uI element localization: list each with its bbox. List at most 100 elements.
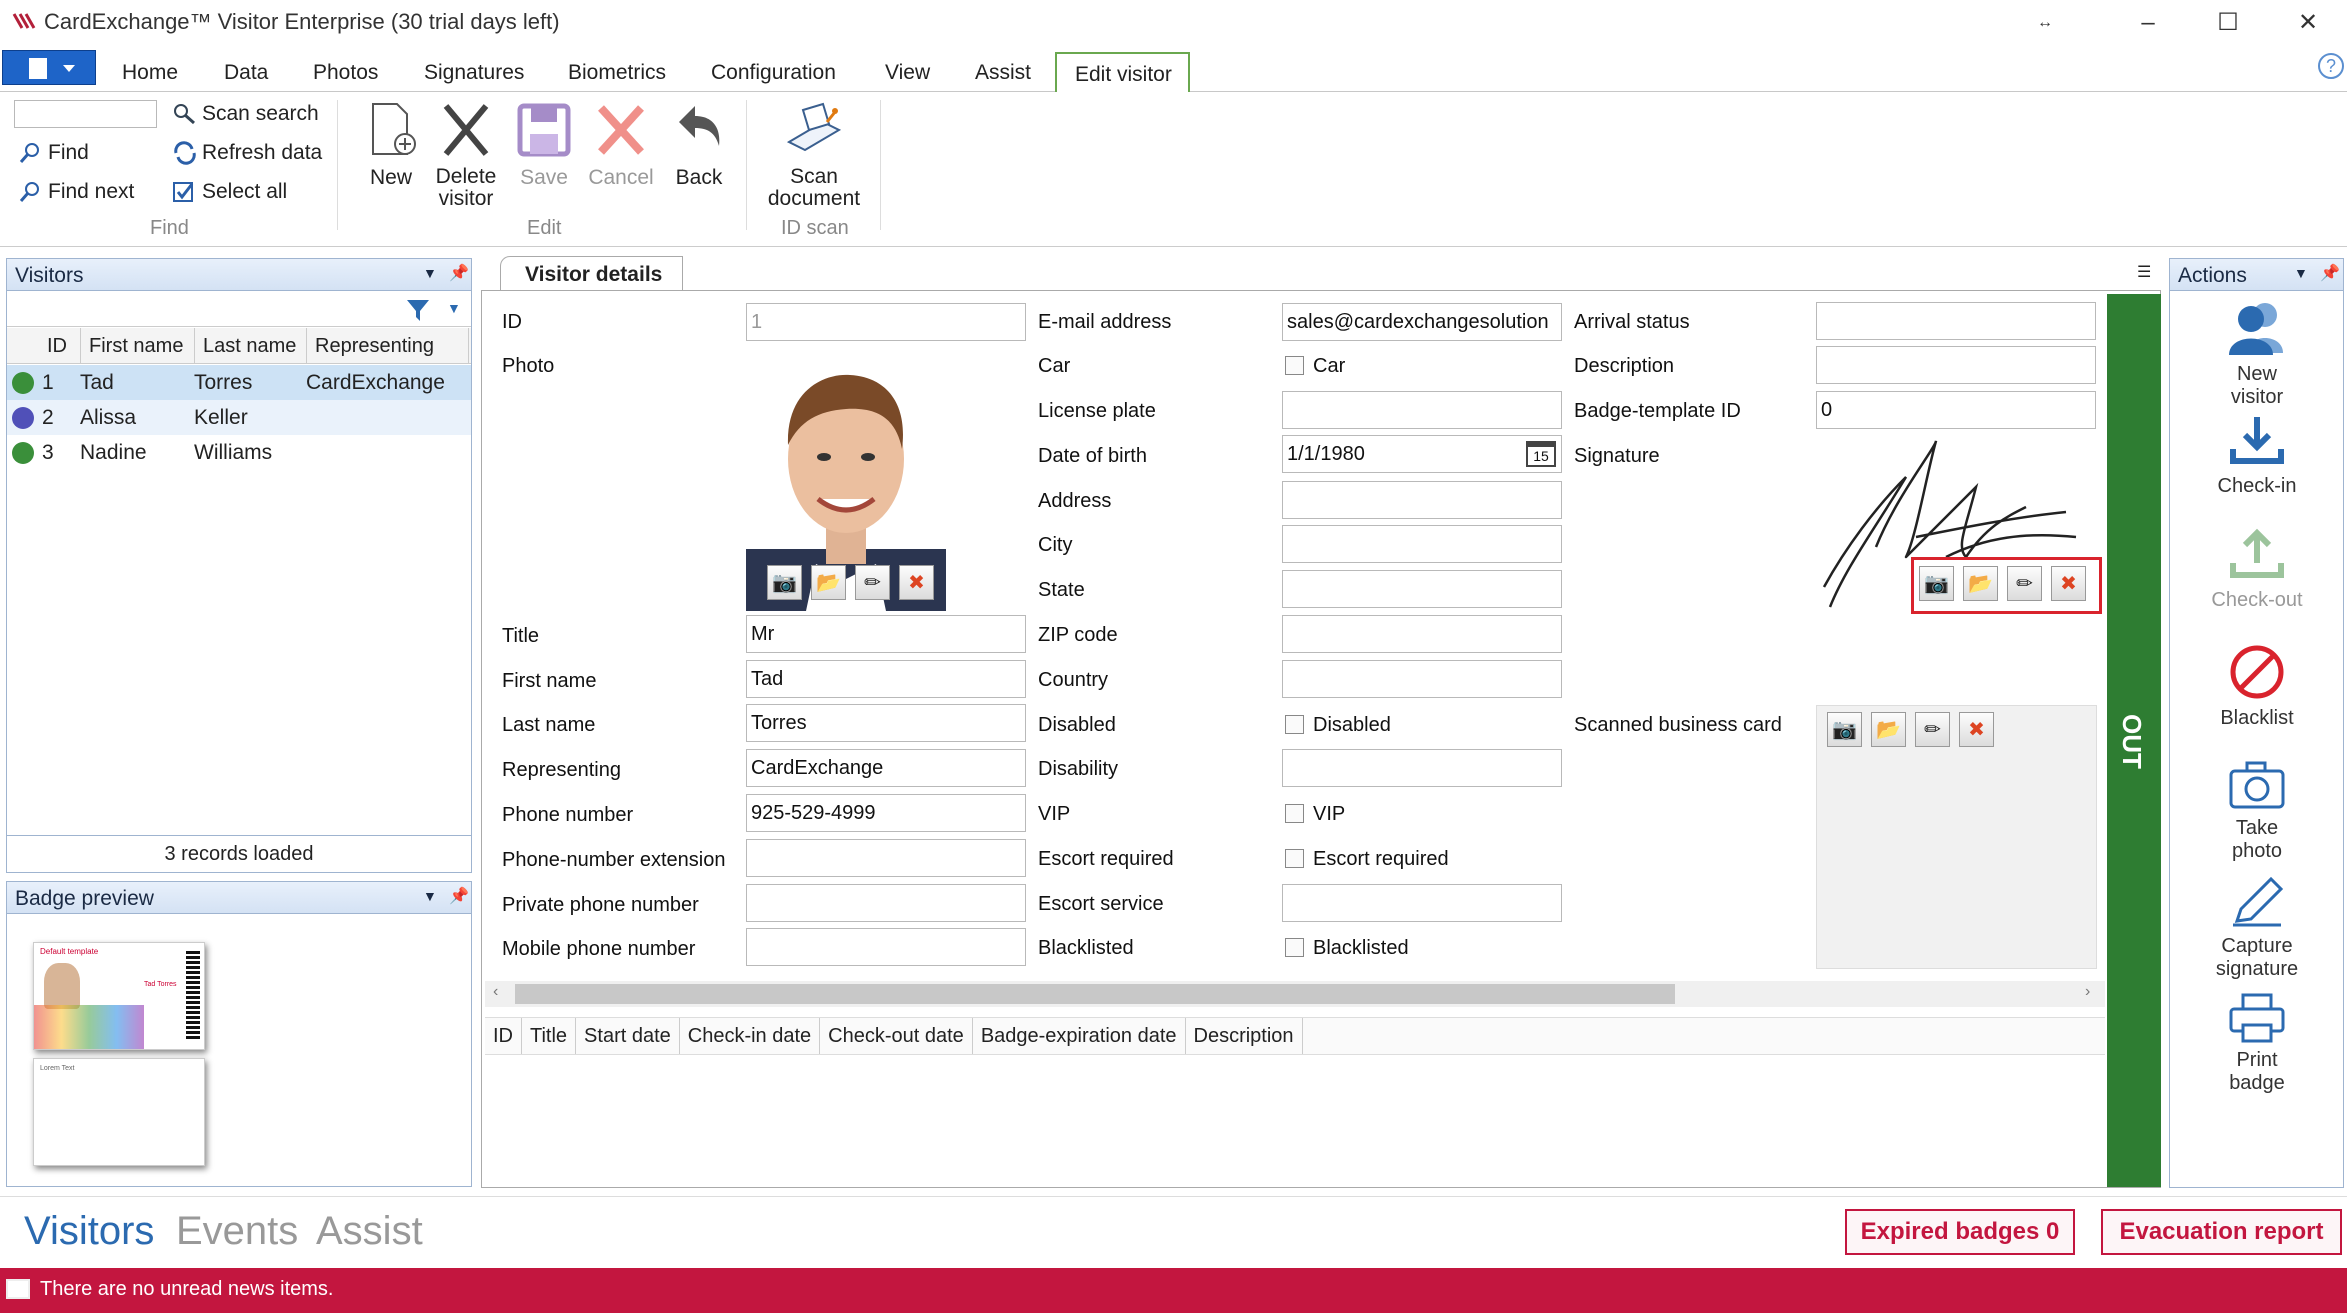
license-plate-field[interactable] bbox=[1282, 391, 1562, 429]
news-bar[interactable]: There are no unread news items. bbox=[0, 1268, 2347, 1313]
filter-icon[interactable] bbox=[405, 297, 431, 323]
visitors-filter-row[interactable]: ▼ bbox=[7, 293, 471, 327]
card-load-icon[interactable]: 📂 bbox=[1871, 712, 1906, 747]
pin-icon[interactable]: 📌 bbox=[449, 263, 469, 283]
pane-menu-icon[interactable]: ▼ bbox=[2294, 265, 2308, 281]
details-scrollbar[interactable]: ‹ › bbox=[485, 981, 2105, 1007]
table-row[interactable]: 2 Alissa Keller bbox=[7, 400, 471, 435]
tab-edit-visitor[interactable]: Edit visitor bbox=[1055, 52, 1190, 93]
col-first-name[interactable]: First name bbox=[81, 328, 195, 364]
hist-col-expiration[interactable]: Badge-expiration date bbox=[973, 1018, 1186, 1054]
tab-home[interactable]: Home bbox=[122, 61, 178, 85]
table-row[interactable]: 3 Nadine Williams bbox=[7, 435, 471, 470]
card-edit-icon[interactable]: ✏ bbox=[1915, 712, 1950, 747]
pin-icon[interactable]: 📌 bbox=[449, 886, 469, 906]
private-phone-field[interactable] bbox=[746, 884, 1026, 922]
scan-search-button[interactable]: Scan search bbox=[172, 102, 319, 126]
col-representing[interactable]: Representing bbox=[307, 328, 469, 364]
hist-col-start[interactable]: Start date bbox=[576, 1018, 680, 1054]
disabled-checkbox[interactable] bbox=[1285, 715, 1304, 734]
new-visitor-action[interactable]: New visitor bbox=[2202, 299, 2312, 409]
col-id[interactable]: ID bbox=[43, 328, 81, 364]
tab-signatures[interactable]: Signatures bbox=[424, 61, 524, 85]
hist-col-checkout[interactable]: Check-out date bbox=[820, 1018, 973, 1054]
last-name-field[interactable]: Torres bbox=[746, 704, 1026, 742]
blacklisted-checkbox[interactable] bbox=[1285, 938, 1304, 957]
disability-field[interactable] bbox=[1282, 749, 1562, 787]
scroll-right-icon[interactable]: › bbox=[2085, 983, 2090, 1001]
hist-col-title[interactable]: Title bbox=[522, 1018, 577, 1054]
address-field[interactable] bbox=[1282, 481, 1562, 519]
badge-template-field[interactable]: 0 bbox=[1816, 391, 2096, 429]
nav-events[interactable]: Events bbox=[176, 1209, 298, 1254]
pane-menu-icon[interactable]: ▼ bbox=[423, 888, 437, 904]
pane-menu-icon[interactable]: ▼ bbox=[423, 265, 437, 281]
email-field[interactable]: sales@cardexchangesolution bbox=[1282, 303, 1562, 341]
photo-load-icon[interactable]: 📂 bbox=[811, 565, 846, 600]
hist-col-id[interactable]: ID bbox=[485, 1018, 522, 1054]
col-last-name[interactable]: Last name bbox=[195, 328, 307, 364]
tab-data[interactable]: Data bbox=[224, 61, 268, 85]
photo-delete-icon[interactable]: ✖ bbox=[899, 565, 934, 600]
refresh-data-button[interactable]: Refresh data bbox=[172, 141, 322, 165]
visitor-details-tab[interactable]: Visitor details bbox=[500, 256, 683, 291]
help-icon[interactable]: ? bbox=[2318, 53, 2344, 79]
checkout-action[interactable]: Check-out bbox=[2202, 527, 2312, 612]
signature-edit-icon[interactable]: ✏ bbox=[2007, 566, 2042, 601]
nav-assist[interactable]: Assist bbox=[316, 1209, 423, 1254]
save-button[interactable]: Save bbox=[513, 100, 575, 190]
close-button[interactable]: ✕ bbox=[2268, 0, 2347, 45]
title-field[interactable]: Mr bbox=[746, 615, 1026, 653]
nav-visitors[interactable]: Visitors bbox=[24, 1209, 154, 1254]
print-badge-action[interactable]: Print badge bbox=[2202, 993, 2312, 1095]
maximize-button[interactable]: ☐ bbox=[2188, 0, 2268, 45]
pin-icon[interactable]: 📌 bbox=[2320, 263, 2340, 283]
minimize-button[interactable]: – bbox=[2108, 0, 2188, 45]
hist-col-description[interactable]: Description bbox=[1186, 1018, 1303, 1054]
mobile-phone-field[interactable] bbox=[746, 928, 1026, 966]
arrival-status-field[interactable] bbox=[1816, 302, 2096, 340]
scan-document-button[interactable]: Scan document bbox=[762, 100, 866, 210]
find-button[interactable]: Find bbox=[18, 141, 89, 165]
phone-field[interactable]: 925-529-4999 bbox=[746, 794, 1026, 832]
representing-field[interactable]: CardExchange bbox=[746, 749, 1026, 787]
badge-front[interactable]: Default template Tad Torres bbox=[33, 942, 205, 1050]
details-menu-icon[interactable]: ☰ bbox=[2137, 262, 2151, 282]
new-button[interactable]: New bbox=[360, 100, 422, 190]
country-field[interactable] bbox=[1282, 660, 1562, 698]
escort-service-field[interactable] bbox=[1282, 884, 1562, 922]
card-delete-icon[interactable]: ✖ bbox=[1959, 712, 1994, 747]
tab-view[interactable]: View bbox=[885, 61, 930, 85]
find-next-button[interactable]: Find next bbox=[18, 180, 134, 204]
description-field[interactable] bbox=[1816, 346, 2096, 384]
badge-back[interactable]: Lorem Text bbox=[33, 1058, 205, 1166]
photo-edit-icon[interactable]: ✏ bbox=[855, 565, 890, 600]
business-card-area[interactable]: 📷 📂 ✏ ✖ bbox=[1816, 705, 2097, 969]
phone-ext-field[interactable] bbox=[746, 839, 1026, 877]
first-name-field[interactable]: Tad bbox=[746, 660, 1026, 698]
table-row[interactable]: 1 Tad Torres CardExchange bbox=[7, 365, 471, 400]
vip-checkbox[interactable] bbox=[1285, 804, 1304, 823]
hist-col-checkin[interactable]: Check-in date bbox=[680, 1018, 821, 1054]
restore-arrows-icon[interactable]: ↔ bbox=[2005, 0, 2085, 45]
scroll-left-icon[interactable]: ‹ bbox=[493, 983, 498, 1001]
dob-field[interactable]: 1/1/1980 15 bbox=[1282, 435, 1562, 473]
checkin-action[interactable]: Check-in bbox=[2202, 413, 2312, 498]
escort-required-checkbox[interactable] bbox=[1285, 849, 1304, 868]
tab-photos[interactable]: Photos bbox=[313, 61, 378, 85]
signature-delete-icon[interactable]: ✖ bbox=[2051, 566, 2086, 601]
signature-camera-icon[interactable]: 📷 bbox=[1919, 566, 1954, 601]
delete-visitor-button[interactable]: Delete visitor bbox=[428, 100, 504, 210]
cancel-button[interactable]: Cancel bbox=[588, 100, 654, 190]
capture-signature-action[interactable]: Capture signature bbox=[2202, 875, 2312, 981]
take-photo-action[interactable]: Take photo bbox=[2202, 759, 2312, 863]
out-status-bar[interactable]: OUT bbox=[2107, 294, 2161, 1187]
car-checkbox[interactable] bbox=[1285, 356, 1304, 375]
city-field[interactable] bbox=[1282, 525, 1562, 563]
state-field[interactable] bbox=[1282, 570, 1562, 608]
tab-assist[interactable]: Assist bbox=[975, 61, 1031, 85]
select-all-button[interactable]: Select all bbox=[172, 180, 287, 204]
signature-load-icon[interactable]: 📂 bbox=[1963, 566, 1998, 601]
filter-dropdown-icon[interactable]: ▼ bbox=[447, 300, 461, 316]
tab-biometrics[interactable]: Biometrics bbox=[568, 61, 666, 85]
